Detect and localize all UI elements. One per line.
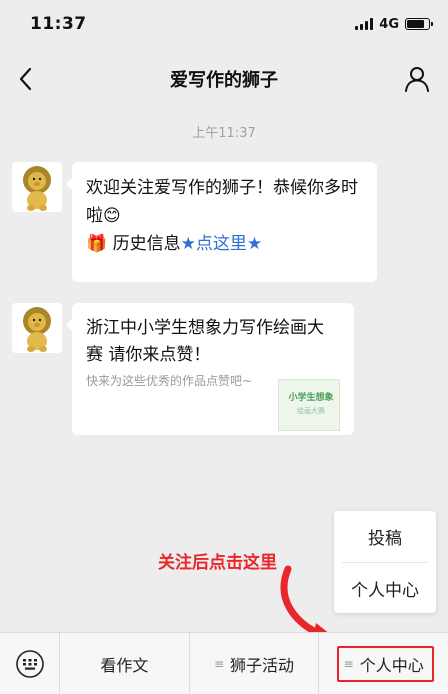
gift-icon: 🎁 [86, 234, 108, 254]
annotation-text: 关注后点击这里 [158, 553, 277, 573]
lion-avatar-icon [12, 162, 62, 212]
status-time: 11:37 [30, 14, 87, 34]
signal-icon [355, 18, 374, 30]
nav-bar: 爱写作的狮子 [0, 48, 448, 110]
star-icon: ★ [180, 234, 196, 254]
keyboard-icon [15, 649, 44, 678]
status-icons: 4G [355, 16, 433, 32]
thumbnail-line1: 小学生想象 [288, 393, 334, 403]
back-arrow-icon[interactable] [16, 66, 38, 92]
smile-emoji-icon: 😊 [103, 206, 121, 226]
menu-tab-read-essays[interactable]: 看作文 [60, 632, 190, 694]
avatar[interactable] [12, 303, 62, 353]
network-label: 4G [379, 16, 399, 32]
page-title: 爱写作的狮子 [170, 70, 278, 91]
bottom-menu-bar: 看作文 ≡ 狮子活动 ≡ 个人中心 [0, 632, 448, 694]
article-thumbnail: 小学生想象 绘画大赛 [277, 379, 340, 431]
status-bar: 11:37 4G [0, 0, 448, 48]
thumbnail-line2: 绘画大赛 [296, 407, 325, 415]
star-icon: ★ [246, 234, 263, 254]
submenu-icon: ≡ [343, 656, 354, 671]
article-desc: 快来为这些优秀的作品点赞吧~ [86, 374, 253, 388]
welcome-text: 欢迎关注爱写作的狮子！恭候你多时啦 [86, 178, 358, 226]
history-link[interactable]: 点这里 [196, 234, 247, 254]
article-card[interactable]: 浙江中小学生想象力写作绘画大赛 请你来点赞！ 快来为这些优秀的作品点赞吧~ 小学… [66, 303, 354, 435]
message-bubble-welcome: 欢迎关注爱写作的狮子！恭候你多时啦😊 🎁 历史信息★点这里★ [66, 162, 377, 282]
menu-tab-profile-center[interactable]: ≡ 个人中心 [319, 633, 448, 694]
menu-tab-label: 看作文 [100, 655, 149, 675]
battery-icon [405, 18, 433, 30]
history-label: 历史信息 [112, 234, 181, 254]
menu-tab-lion-activities[interactable]: ≡ 狮子活动 [190, 632, 320, 694]
submenu-icon: ≡ [213, 656, 225, 671]
avatar[interactable] [12, 162, 62, 212]
profile-icon[interactable] [404, 66, 430, 92]
article-title: 浙江中小学生想象力写作绘画大赛 请你来点赞！ [86, 318, 324, 365]
submenu-item-submit[interactable]: 投稿 [334, 511, 436, 562]
keyboard-toggle-button[interactable] [0, 632, 60, 694]
menu-tab-label: 个人中心 [359, 655, 424, 675]
chat-timestamp: 上午11:37 [192, 126, 256, 141]
menu-tab-label: 狮子活动 [230, 655, 295, 675]
lion-avatar-icon [12, 303, 62, 353]
